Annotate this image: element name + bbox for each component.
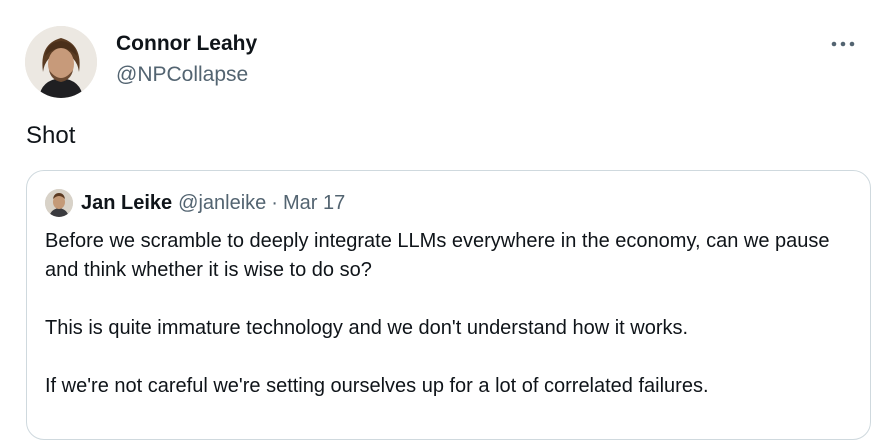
quoted-tweet-date[interactable]: Mar 17 [283, 192, 345, 215]
tweet-text: Shot [26, 122, 76, 149]
author-name[interactable]: Connor Leahy [116, 32, 257, 56]
author-handle[interactable]: @NPCollapse [116, 63, 248, 87]
quoted-paragraph: If we're not careful we're setting ourse… [45, 375, 709, 397]
quoted-paragraph: Before we scramble to deeply integrate L… [45, 230, 830, 281]
quoted-paragraph: This is quite immature technology and we… [45, 317, 689, 339]
more-options-icon[interactable] [830, 34, 856, 54]
quoted-author-name[interactable]: Jan Leike [81, 192, 172, 215]
quoted-author-handle[interactable]: @janleike [178, 192, 266, 215]
quoted-tweet-text: Before we scramble to deeply integrate L… [45, 227, 855, 401]
separator-dot: · [271, 191, 278, 214]
quoted-tweet-header: Jan Leike @janleike · Mar 17 [45, 189, 345, 217]
quoted-tweet-card[interactable]: Jan Leike @janleike · Mar 17 Before we s… [26, 170, 871, 440]
quoted-author-avatar[interactable] [45, 189, 73, 217]
author-avatar[interactable] [25, 26, 97, 98]
